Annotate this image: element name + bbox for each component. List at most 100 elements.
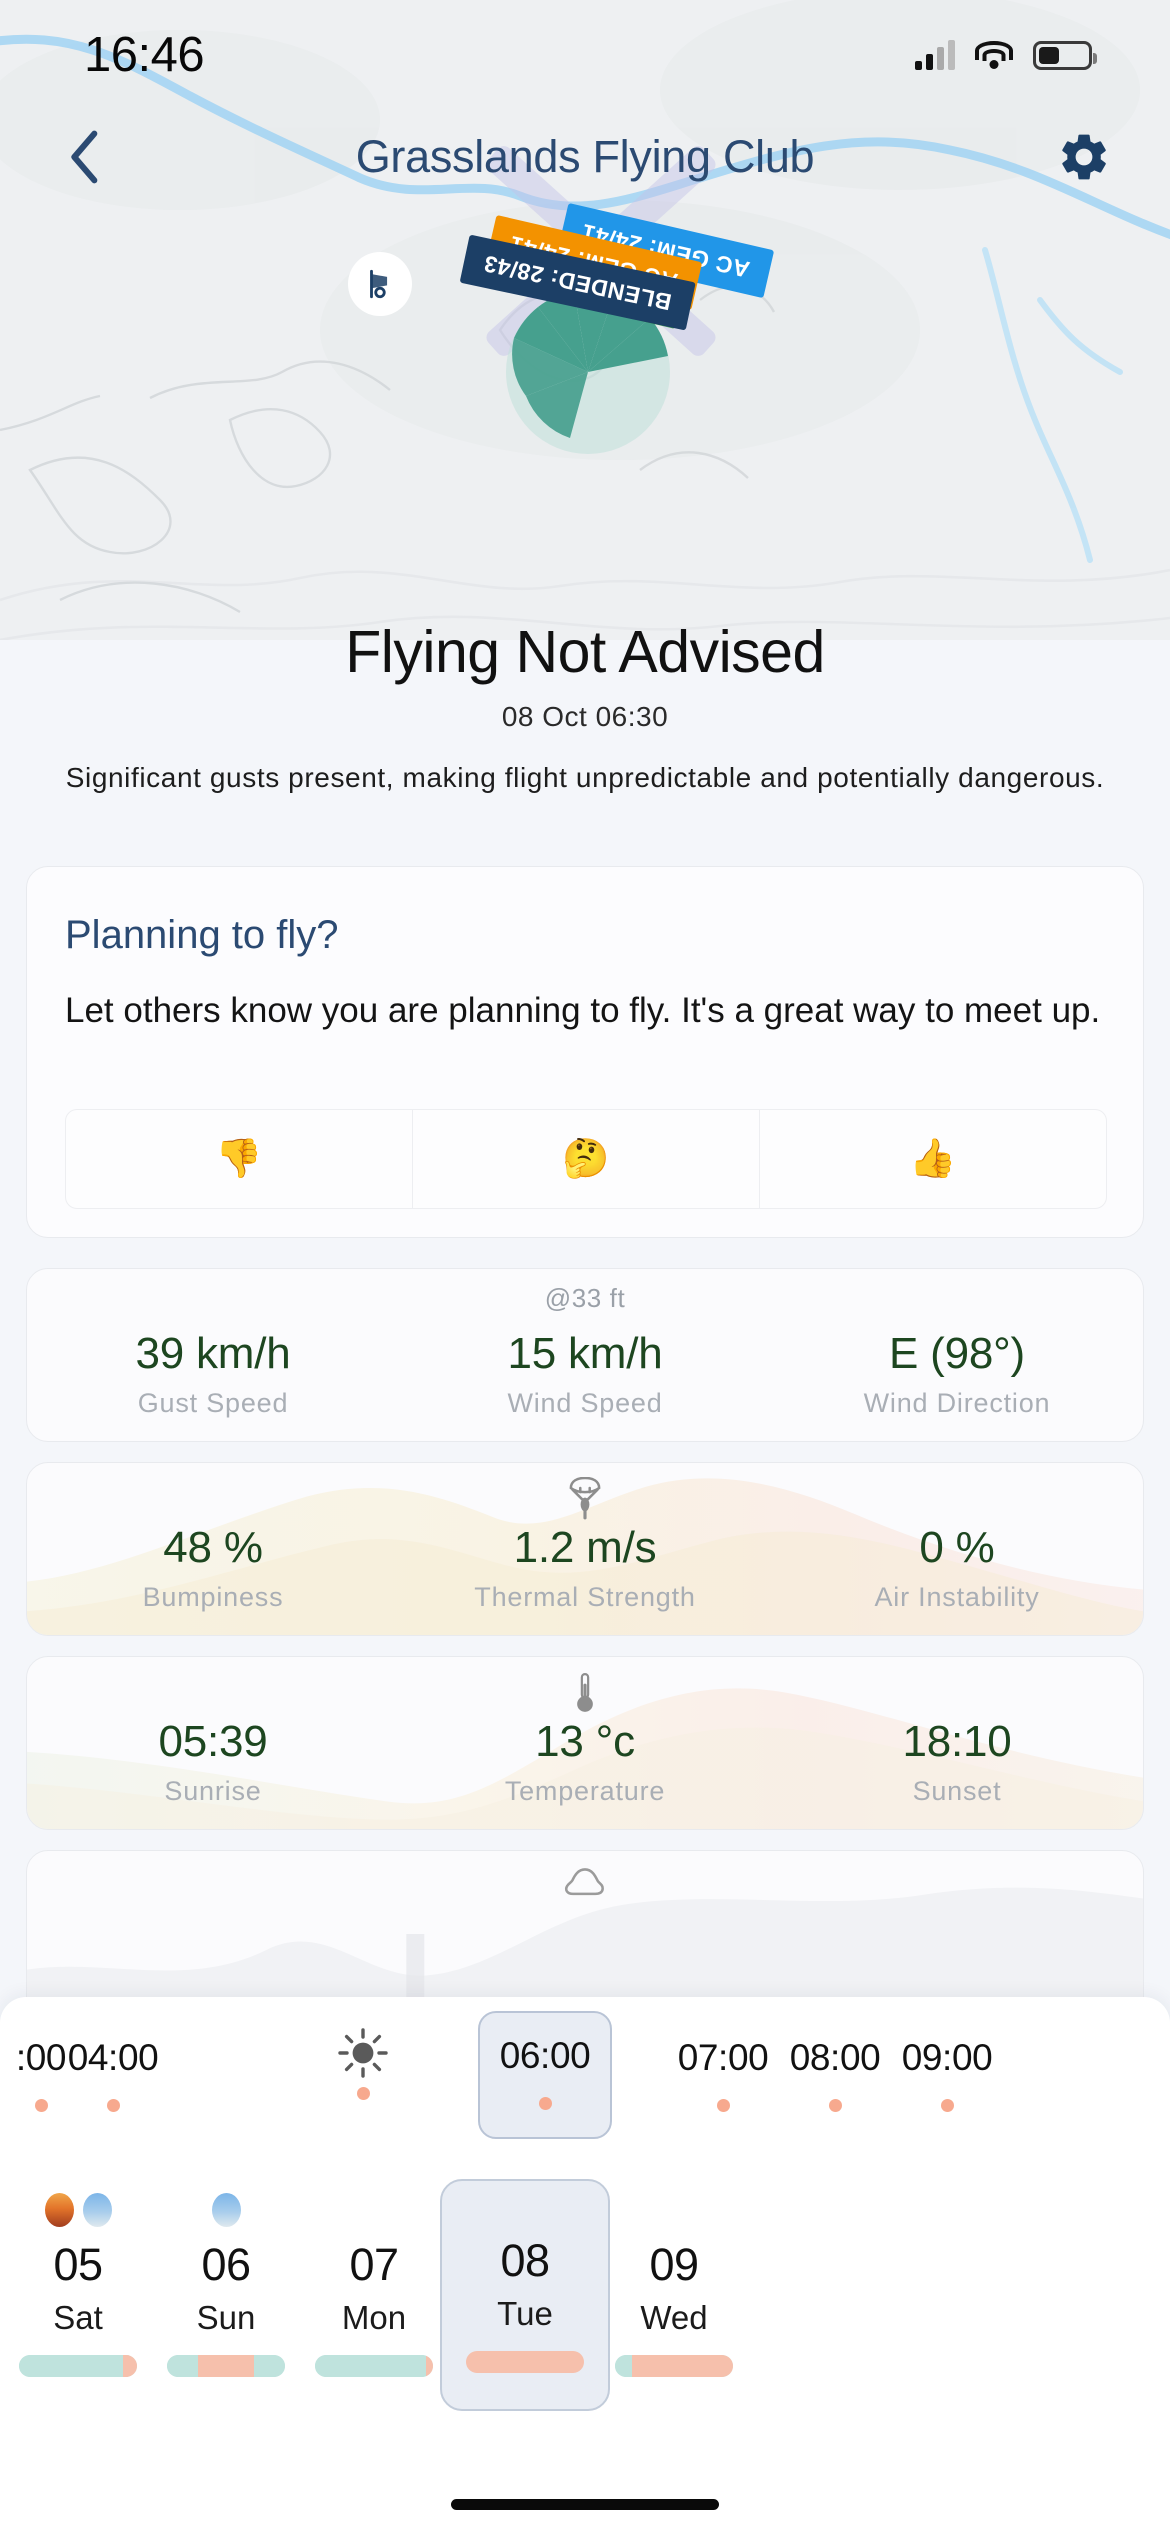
back-button[interactable] [50, 121, 122, 193]
metric-value: E (98°) [771, 1330, 1143, 1378]
flying-status-datetime: 08 Oct 06:30 [0, 701, 1170, 733]
hour-item-sunrise[interactable] [300, 2015, 426, 2135]
day-number: 07 [349, 2239, 398, 2291]
hour-condition-dot [717, 2099, 730, 2112]
status-bar-clock: 16:46 [84, 27, 204, 83]
planning-card-body: Let others know you are planning to fly.… [65, 986, 1105, 1036]
day-number: 06 [201, 2239, 250, 2291]
hour-condition-dot [539, 2097, 552, 2110]
metric-label: Temperature [399, 1776, 771, 1807]
metric-value: 05:39 [27, 1718, 399, 1766]
metric-thermal-strength: 1.2 m/s Thermal Strength [399, 1524, 771, 1613]
thermal-metrics-card[interactable]: 48 % Bumpiness 1.2 m/s Thermal Strength … [26, 1462, 1144, 1636]
day-item-09-wed[interactable]: 09 Wed [594, 2185, 754, 2405]
hour-label: 08:00 [790, 2037, 881, 2079]
hour-strip[interactable]: :00 04:00 06:00 [0, 1997, 1170, 2157]
wind-metrics-row: 39 km/h Gust Speed 15 km/h Wind Speed E … [27, 1330, 1143, 1419]
cloud-icon [562, 1865, 608, 1904]
metric-air-instability: 0 % Air Instability [771, 1524, 1143, 1613]
thermometer-glyph [573, 1671, 597, 1715]
paraglider-glyph [566, 1477, 604, 1521]
hour-condition-dot [35, 2099, 48, 2112]
day-photo-thumbs [45, 2191, 112, 2229]
day-weekday: Wed [640, 2299, 707, 2337]
metric-temperature: 13 °c Temperature [399, 1718, 771, 1807]
hour-condition-dot [107, 2099, 120, 2112]
day-condition-bar [19, 2355, 137, 2377]
metric-sunrise: 05:39 Sunrise [27, 1718, 399, 1807]
map-label-cluster: AC GEM: 24/41 GFS: 31/48 AC GEM: 24/41 B… [400, 240, 800, 500]
metric-bumpiness: 48 % Bumpiness [27, 1524, 399, 1613]
hour-item-06-selected[interactable]: 06:00 [478, 2011, 612, 2139]
wind-metrics-card[interactable]: @33 ft 39 km/h Gust Speed 15 km/h Wind S… [26, 1268, 1144, 1442]
flying-status-title: Flying Not Advised [0, 620, 1170, 685]
day-item-08-tue-selected[interactable]: 08 Tue [440, 2179, 610, 2411]
day-weekday: Sat [53, 2299, 103, 2337]
day-condition-bar [466, 2351, 584, 2373]
metric-value: 13 °c [399, 1718, 771, 1766]
day-item-05-sat[interactable]: 05 Sat [0, 2185, 158, 2405]
hour-condition-dot [941, 2099, 954, 2112]
chevron-left-icon [66, 128, 106, 186]
metric-label: Wind Direction [771, 1388, 1143, 1419]
cloud-glyph [562, 1865, 608, 1899]
thinking-face-reaction[interactable]: 🤔 [413, 1110, 760, 1208]
sky-photo-thumb [212, 2193, 241, 2227]
sunrise-marker-icon [337, 2023, 389, 2083]
sunset-photo-thumb [45, 2193, 74, 2227]
status-bar: 16:46 [0, 0, 1170, 110]
thumbs-up-reaction[interactable]: 👍 [760, 1110, 1106, 1208]
reaction-button-group: 👎 🤔 👍 [65, 1109, 1107, 1209]
hour-condition-dot [829, 2099, 842, 2112]
wifi-icon [975, 41, 1013, 69]
hour-label: 07:00 [678, 2037, 769, 2079]
sun-temperature-card[interactable]: 05:39 Sunrise 13 °c Temperature 18:10 Su… [26, 1656, 1144, 1830]
hour-item-09[interactable]: 09:00 [884, 2015, 1010, 2135]
metric-value: 15 km/h [399, 1330, 771, 1378]
day-weekday: Tue [497, 2295, 553, 2333]
cellular-signal-icon [915, 40, 955, 70]
hour-item-04[interactable]: 04:00 [50, 2015, 176, 2135]
wind-card-altitude-label: @33 ft [27, 1283, 1143, 1314]
time-selector-sheet: :00 04:00 06:00 [0, 1997, 1170, 2532]
sun-metrics-row: 05:39 Sunrise 13 °c Temperature 18:10 Su… [27, 1718, 1143, 1807]
metric-label: Sunset [771, 1776, 1143, 1807]
day-number: 08 [500, 2235, 549, 2287]
navigation-bar: Grasslands Flying Club [0, 112, 1170, 202]
thermal-metrics-row: 48 % Bumpiness 1.2 m/s Thermal Strength … [27, 1524, 1143, 1613]
station-marker-icon[interactable] [348, 252, 412, 316]
day-strip[interactable]: 05 Sat 06 Sun 07 Mon 08 [0, 2173, 1170, 2423]
sky-photo-thumb [83, 2193, 112, 2227]
home-indicator[interactable] [451, 2499, 719, 2510]
gear-icon [1056, 129, 1112, 185]
paraglider-icon [566, 1477, 604, 1526]
day-weekday: Sun [197, 2299, 256, 2337]
hour-label: 06:00 [500, 2035, 591, 2077]
planning-card-title: Planning to fly? [65, 913, 1143, 958]
day-condition-bar [167, 2355, 285, 2377]
day-weekday: Mon [342, 2299, 406, 2337]
metric-label: Wind Speed [399, 1388, 771, 1419]
metric-sunset: 18:10 Sunset [771, 1718, 1143, 1807]
metric-value: 39 km/h [27, 1330, 399, 1378]
day-number: 09 [649, 2239, 698, 2291]
windsock-glyph [363, 267, 397, 301]
page-title: Grasslands Flying Club [122, 131, 1048, 183]
day-number: 05 [53, 2239, 102, 2291]
flying-status-hero: Flying Not Advised 08 Oct 06:30 Signific… [0, 620, 1170, 797]
day-item-06-sun[interactable]: 06 Sun [146, 2185, 306, 2405]
day-item-07-mon[interactable]: 07 Mon [294, 2185, 454, 2405]
metric-label: Sunrise [27, 1776, 399, 1807]
hour-label: 09:00 [902, 2037, 993, 2079]
thumbs-down-reaction[interactable]: 👎 [66, 1110, 413, 1208]
metric-label: Air Instability [771, 1582, 1143, 1613]
flying-status-description: Significant gusts present, making flight… [0, 759, 1170, 797]
metric-value: 1.2 m/s [399, 1524, 771, 1572]
hour-item-08[interactable]: 08:00 [772, 2015, 898, 2135]
hour-condition-dot [357, 2087, 370, 2100]
hour-item-07[interactable]: 07:00 [660, 2015, 786, 2135]
day-photo-thumbs [212, 2191, 241, 2229]
battery-icon [1033, 41, 1092, 70]
settings-button[interactable] [1048, 121, 1120, 193]
hour-label: 04:00 [68, 2037, 159, 2079]
